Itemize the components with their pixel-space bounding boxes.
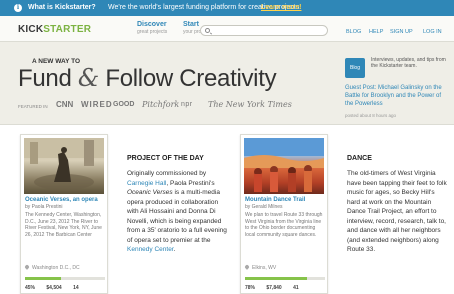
funding-progress-bar [245, 277, 325, 280]
kickstarter-logo[interactable]: KICKSTARTER [18, 24, 91, 35]
funding-progress-fill [245, 277, 308, 280]
project-location[interactable]: Washington D.C., DC [24, 264, 80, 271]
project-of-the-day-heading: PROJECT OF THE DAY [127, 155, 204, 162]
blog-link[interactable]: BLOG [346, 29, 361, 35]
nav-discover-subtitle: great projects [137, 29, 168, 35]
featured-in-label: FEATURED IN [18, 104, 48, 109]
project-of-the-day-text: Originally commissioned by Carnegie Hall… [127, 170, 227, 253]
funding-progress-fill [25, 277, 61, 280]
sign-up-link[interactable]: SIGN UP [390, 29, 413, 35]
info-banner: i What is Kickstarter? We're the world's… [0, 0, 454, 16]
project-description: We plan to travel Route 33 through West … [245, 212, 323, 238]
project-thumbnail[interactable] [24, 138, 104, 194]
funding-progress-bar [25, 277, 105, 280]
banner-lead: What is Kickstarter? [28, 4, 96, 11]
project-stats: 45% $4,504 14 [25, 285, 89, 291]
press-logo-npr: npr [181, 101, 193, 108]
hero-title: Fund & Follow Creativity [18, 64, 277, 92]
press-logo-good: GOOD [113, 101, 135, 108]
press-logo-cnn: CNN [56, 100, 74, 109]
nav-discover-title[interactable]: Discover [137, 20, 167, 29]
stat-pledged: $4,504 [46, 285, 62, 291]
search-icon[interactable] [205, 28, 210, 33]
dance-text: The old-timers of West Virginia have bee… [347, 170, 447, 253]
project-location[interactable]: Elkins, WV [244, 264, 276, 271]
kennedy-center-link[interactable]: Kennedy Center [127, 246, 174, 253]
stat-days: 41 [293, 285, 299, 291]
stat-pledged: $7,840 [266, 285, 282, 291]
project-thumbnail[interactable] [244, 138, 324, 194]
carnegie-hall-link[interactable]: Carnegie Hall [127, 180, 166, 187]
blog-badge[interactable]: Blog [345, 58, 365, 78]
blog-post-link[interactable]: Guest Post: Michael Galinsky on the Batt… [345, 84, 449, 108]
project-stats: 78% $7,840 41 [245, 285, 309, 291]
help-link[interactable]: HELP [369, 29, 383, 35]
nav-discover[interactable]: Discover great projects [137, 20, 167, 36]
location-pin-icon [244, 264, 250, 270]
log-in-link[interactable]: LOG IN [423, 29, 442, 35]
location-pin-icon [24, 264, 30, 270]
project-card-oceanic-verses[interactable]: Oceanic Verses, an opera by Paola Presti… [20, 134, 108, 294]
press-logo-wired: WIRED [81, 100, 113, 109]
stat-days: 14 [73, 285, 79, 291]
blog-post-meta: posted about 8 hours ago [345, 113, 397, 118]
blog-description: Interviews, updates, and tips from the K… [371, 57, 446, 69]
learn-more-link[interactable]: Learn more! [261, 0, 301, 16]
project-creator: by Gerald Milnes [245, 204, 283, 210]
project-title[interactable]: Oceanic Verses, an opera [25, 197, 105, 204]
site-header: KICKSTARTER Discover great projects Star… [0, 16, 454, 42]
project-creator: by Paola Prestini [25, 204, 63, 210]
stat-funded: 45% [25, 285, 36, 291]
press-logo-pitchfork: Pitchfork [142, 100, 180, 109]
project-title[interactable]: Mountain Dance Trail [245, 197, 325, 204]
stat-funded: 78% [245, 285, 256, 291]
project-description: The Kennedy Center, Washington, D.C., Ju… [25, 212, 102, 238]
search-input[interactable] [213, 27, 323, 34]
search-box[interactable] [200, 25, 328, 36]
project-card-mountain-dance-trail[interactable]: Mountain Dance Trail by Gerald Milnes We… [240, 134, 328, 294]
info-icon: i [14, 4, 22, 12]
dance-heading: DANCE [347, 155, 372, 162]
press-logo-nyt: The New York Times [208, 100, 292, 109]
